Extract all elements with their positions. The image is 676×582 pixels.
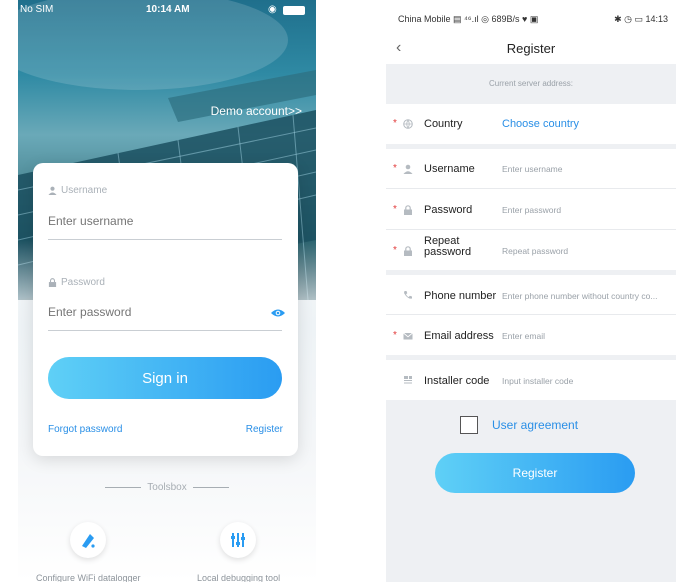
clock: 10:14 AM [146, 4, 190, 15]
phone-label: Phone number [424, 290, 497, 302]
user-icon [403, 164, 413, 174]
toolsbox-title: Toolsbox [147, 482, 187, 493]
username-label-text: Username [61, 185, 108, 196]
username-label: Username [424, 163, 475, 175]
lock-icon [48, 278, 57, 287]
register-link[interactable]: Register [246, 424, 283, 435]
password-underline [48, 330, 282, 331]
installer-code-field[interactable]: Input installer code [502, 376, 573, 386]
email-label: Email address [424, 330, 494, 342]
carrier-text: China Mobile ▤ ⁴⁶.ıl ◎ 689B/s ♥ ▣ [398, 14, 539, 24]
phone-row: Phone number Enter phone number without … [386, 275, 676, 315]
password-label: Password [424, 204, 473, 216]
user-icon [48, 186, 57, 195]
email-row: * Email address Enter email [386, 315, 676, 355]
lock-icon [404, 246, 412, 256]
carrier-text: No SIM [20, 4, 54, 15]
username-field[interactable]: Enter username [502, 164, 562, 174]
globe-icon [403, 119, 413, 129]
country-label: Country [424, 118, 463, 130]
debug-tool-button[interactable] [220, 522, 256, 558]
battery-icon [283, 6, 305, 15]
username-label: Username [48, 185, 107, 196]
required-marker: * [393, 204, 397, 215]
username-underline [48, 239, 282, 240]
password-label-text: Password [61, 277, 105, 288]
register-button[interactable]: Register [435, 453, 635, 493]
password-label: Password [48, 277, 105, 288]
toolsbox-divider: Toolsbox [18, 482, 316, 493]
username-row: * Username Enter username [386, 149, 676, 189]
phone-field[interactable]: Enter phone number without country co... [502, 291, 657, 301]
page-title: Register [506, 41, 556, 56]
required-marker: * [393, 245, 397, 256]
choose-country-link[interactable]: Choose country [502, 118, 579, 130]
wifi-config-label: Configure WiFi datalogger [36, 573, 141, 582]
country-row[interactable]: * Country Choose country [386, 104, 676, 144]
nav-bar: ‹ Register [386, 34, 676, 64]
repeat-password-row: * Repeat password Repeat password [386, 230, 676, 270]
debug-tool-label: Local debugging tool [197, 573, 281, 582]
repeat-password-field[interactable]: Repeat password [502, 246, 568, 256]
username-input[interactable] [48, 210, 282, 232]
divider-line-right [192, 486, 229, 488]
register-screen: China Mobile ▤ ⁴⁶.ıl ◎ 689B/s ♥ ▣ ✱ ◷ ▭ … [386, 0, 676, 582]
clock: ✱ ◷ ▭ 14:13 [614, 14, 668, 24]
required-marker: * [393, 118, 397, 129]
demo-account-link[interactable]: Demo account>> [211, 104, 302, 118]
status-bar: No SIM 10:14 AM ◉ [18, 4, 316, 18]
password-row: * Password Enter password [386, 189, 676, 230]
debug-tool-icon [231, 533, 245, 547]
password-field[interactable]: Enter password [502, 205, 561, 215]
phone-icon [404, 291, 412, 299]
repeat-password-label: Repeat password [424, 235, 472, 258]
installer-icon [404, 376, 412, 384]
email-field[interactable]: Enter email [502, 331, 545, 341]
eye-icon[interactable] [271, 308, 285, 318]
sign-in-button[interactable]: Sign in [48, 357, 282, 399]
mail-icon [403, 332, 413, 340]
lock-icon [404, 205, 412, 215]
wifi-config-button[interactable] [70, 522, 106, 558]
required-marker: * [393, 330, 397, 341]
wifi-config-icon [82, 534, 95, 548]
login-screen: No SIM 10:14 AM ◉ Demo account>> Usernam… [18, 0, 316, 582]
server-address: Current server address: [386, 64, 676, 104]
forgot-password-link[interactable]: Forgot password [48, 424, 122, 435]
agreement-checkbox[interactable] [460, 416, 478, 434]
divider-line-left [105, 486, 142, 488]
alarm-icon: ◉ [268, 4, 277, 15]
installer-code-label: Installer code [424, 375, 490, 387]
user-agreement: User agreement [460, 416, 578, 434]
user-agreement-link[interactable]: User agreement [492, 418, 578, 432]
required-marker: * [393, 163, 397, 174]
password-input[interactable] [48, 301, 282, 323]
status-bar: China Mobile ▤ ⁴⁶.ıl ◎ 689B/s ♥ ▣ ✱ ◷ ▭ … [386, 0, 676, 34]
login-card: Username Password Sign in Forgot passwor… [33, 163, 298, 456]
installer-code-row: Installer code Input installer code [386, 360, 676, 400]
